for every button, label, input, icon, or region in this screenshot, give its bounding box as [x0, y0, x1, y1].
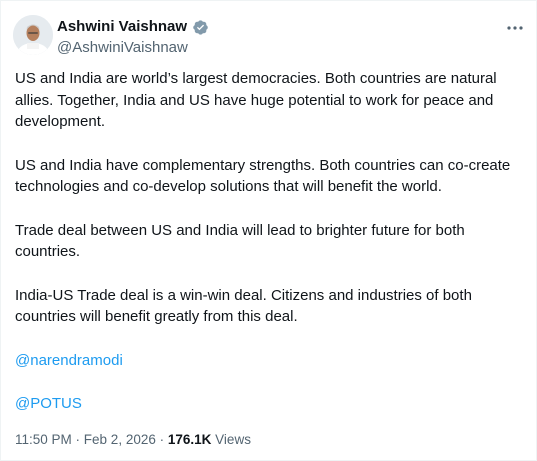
author-handle[interactable]: @AshwiniVaishnaw: [57, 39, 188, 57]
tweet-meta: 11:50 PM · Feb 2, 2026 · 176.1K Views: [15, 431, 251, 449]
author-display-name[interactable]: Ashwini Vaishnaw: [57, 18, 187, 36]
tweet-paragraph: US and India are world’s largest democra…: [15, 70, 497, 130]
meta-separator: ·: [155, 432, 168, 447]
tweet-paragraph: India-US Trade deal is a win-win deal. C…: [15, 286, 472, 326]
author-name-row[interactable]: Ashwini Vaishnaw: [57, 18, 209, 36]
tweet-date[interactable]: Feb 2, 2026: [84, 432, 156, 447]
avatar[interactable]: [13, 15, 53, 55]
more-options-button[interactable]: [504, 19, 526, 37]
tweet-text: US and India are world’s largest democra…: [15, 68, 527, 437]
tweet-time[interactable]: 11:50 PM: [15, 432, 72, 447]
mention-link-narendramodi[interactable]: @narendramodi: [15, 352, 123, 369]
mention-link-potus[interactable]: @POTUS: [15, 395, 82, 412]
mention-paragraph: @POTUS: [15, 393, 527, 415]
views-count: 176.1K: [167, 432, 212, 447]
views-label: Views: [215, 432, 251, 447]
tweet-paragraph: Trade deal between US and India will lea…: [15, 221, 465, 261]
meta-separator: ·: [71, 432, 84, 447]
mention-paragraph: @narendramodi: [15, 350, 527, 372]
tweet-card: Ashwini Vaishnaw @AshwiniVaishnaw US and…: [0, 0, 537, 461]
tweet-paragraph: US and India have complementary strength…: [15, 156, 511, 196]
verified-badge-icon: [192, 19, 209, 36]
more-horizontal-icon: [507, 26, 523, 30]
